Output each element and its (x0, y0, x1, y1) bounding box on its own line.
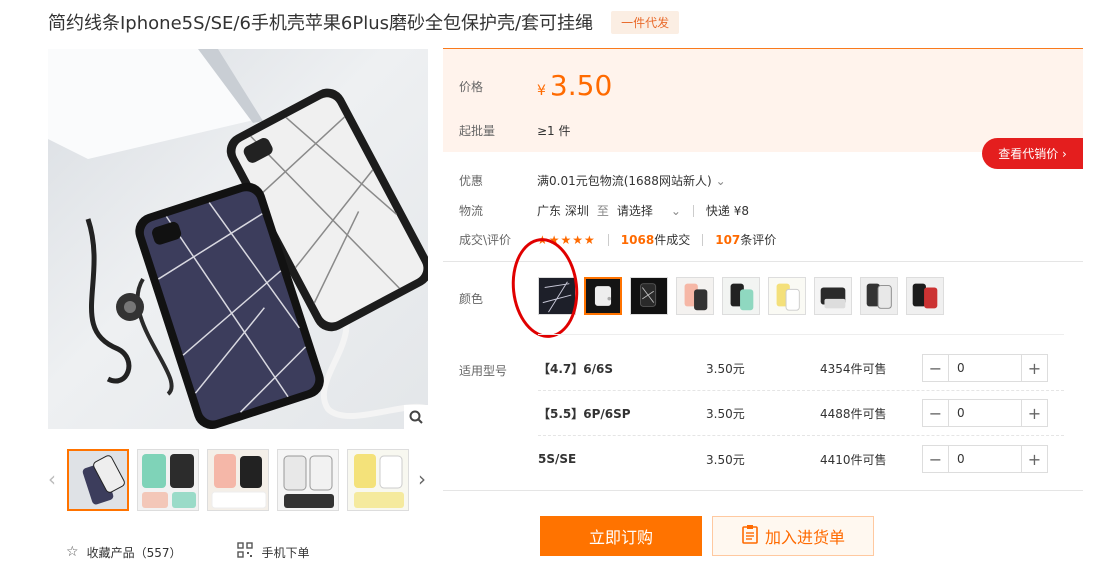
thumbnail-3[interactable] (207, 449, 269, 511)
currency-symbol: ¥ (537, 83, 546, 99)
model-name: 【4.7】6/6S (538, 361, 613, 376)
dropship-badge[interactable]: 一件代发 (611, 10, 680, 34)
divider (443, 490, 1083, 491)
price-box: 价格 ¥ 3.50 起批量 ≥1 件 (443, 48, 1083, 152)
price-label: 价格 (459, 80, 484, 94)
plus-button[interactable]: + (1021, 355, 1047, 381)
plus-button[interactable]: + (1021, 446, 1047, 472)
ship-from: 广东 深圳 (537, 204, 589, 218)
color-swatch-7[interactable] (814, 277, 852, 315)
add-to-cart-button[interactable]: 加入进货单 (712, 516, 874, 556)
chevron-left-icon[interactable]: ‹ (48, 467, 56, 491)
plus-button[interactable]: + (1021, 400, 1047, 426)
color-swatch-4[interactable] (676, 277, 714, 315)
agent-price-button[interactable]: 查看代销价 › (982, 138, 1083, 169)
ship-to-word: 至 (596, 204, 609, 218)
reviews-count[interactable]: 107 (715, 233, 740, 247)
bottom-links: ☆ 收藏产品（557） 手机下单 (66, 542, 309, 562)
quantity-input[interactable]: 0 (949, 355, 1021, 381)
color-swatch-5[interactable] (722, 277, 760, 315)
ship-to-select[interactable]: 请选择 (617, 202, 653, 219)
divider (607, 233, 609, 246)
mobile-order-label: 手机下单 (261, 545, 310, 560)
promo-label: 优惠 (459, 174, 484, 188)
divider (538, 334, 1064, 335)
model-row-1: 【4.7】6/6S 3.50元 4354件可售 − 0 + (538, 346, 1048, 390)
annotation-circle (506, 234, 584, 342)
promo-row: 优惠 满0.01元包物流(1688网站新人) ⌄ (459, 172, 726, 189)
favorite-link[interactable]: ☆ 收藏产品（557） (66, 542, 181, 562)
moq-label: 起批量 (459, 124, 496, 138)
product-title: 简约线条Iphone5S/SE/6手机壳苹果6Plus磨砂全包保护壳/套可挂绳 (48, 13, 594, 34)
model-stock: 4410件可售 (820, 452, 887, 467)
reviews-unit: 条评价 (740, 233, 777, 247)
star-outline-icon: ☆ (66, 544, 79, 560)
promo-value[interactable]: 满0.01元包物流(1688网站新人) (537, 172, 712, 189)
price-value: ¥ 3.50 (537, 69, 612, 102)
deals-count[interactable]: 1068 (621, 233, 654, 247)
express-fee: 快递 ¥8 (705, 204, 750, 218)
divider (538, 435, 1064, 436)
thumbnail-1[interactable] (67, 449, 129, 511)
moq-value: ≥1 件 (537, 124, 571, 138)
color-swatch-3[interactable] (630, 277, 668, 315)
shipping-label: 物流 (459, 204, 484, 218)
mobile-order-link[interactable]: 手机下单 (237, 542, 309, 562)
quantity-stepper: − 0 + (922, 354, 1048, 382)
shipping-row: 物流 广东 深圳 至 请选择 ⌄ 快递 ¥8 (459, 202, 749, 219)
minus-button[interactable]: − (923, 355, 949, 381)
model-row-2: 【5.5】6P/6SP 3.50元 4488件可售 − 0 + (538, 391, 1048, 435)
add-to-cart-label: 加入进货单 (764, 528, 845, 547)
divider (692, 204, 694, 217)
deals-unit: 件成交 (654, 233, 691, 247)
color-label: 颜色 (459, 292, 484, 306)
color-swatch-9[interactable] (906, 277, 944, 315)
thumbnail-2[interactable] (137, 449, 199, 511)
model-label: 适用型号 (459, 364, 508, 378)
deals-row: 成交\评价 ★★★★★ 1068 件成交 107 条评价 (459, 231, 776, 248)
main-product-image[interactable] (48, 49, 428, 429)
search-icon (409, 410, 423, 424)
zoom-button[interactable] (404, 405, 428, 429)
quantity-stepper: − 0 + (922, 399, 1048, 427)
color-swatch-8[interactable] (860, 277, 898, 315)
model-stock: 4354件可售 (820, 361, 887, 376)
model-name: 5S/SE (538, 452, 577, 466)
model-row-3: 5S/SE 3.50元 4410件可售 − 0 + (538, 437, 1048, 481)
minus-button[interactable]: − (923, 446, 949, 472)
color-swatch-6[interactable] (768, 277, 806, 315)
favorite-label: 收藏产品（557） (86, 545, 182, 560)
divider (702, 233, 704, 246)
buy-now-button[interactable]: 立即订购 (540, 516, 702, 556)
thumbnail-4[interactable] (277, 449, 339, 511)
qr-code-icon (237, 542, 254, 562)
product-photo (48, 49, 428, 429)
quantity-input[interactable]: 0 (949, 446, 1021, 472)
chevron-down-icon[interactable]: ⌄ (716, 174, 726, 188)
minus-button[interactable]: − (923, 400, 949, 426)
title-row: 简约线条Iphone5S/SE/6手机壳苹果6Plus磨砂全包保护壳/套可挂绳 … (48, 10, 680, 34)
model-price: 3.50元 (706, 452, 745, 467)
chevron-down-icon[interactable]: ⌄ (671, 204, 681, 218)
model-price: 3.50元 (706, 406, 745, 421)
model-stock: 4488件可售 (820, 406, 887, 421)
color-swatch-2[interactable] (584, 277, 622, 315)
quantity-stepper: − 0 + (922, 445, 1048, 473)
price-number: 3.50 (549, 69, 613, 102)
model-name: 【5.5】6P/6SP (538, 406, 631, 421)
model-price: 3.50元 (706, 361, 745, 376)
clipboard-icon (741, 524, 759, 549)
quantity-input[interactable]: 0 (949, 400, 1021, 426)
thumbnail-strip: ‹ › (48, 449, 428, 511)
thumbnail-5[interactable] (347, 449, 409, 511)
chevron-right-icon[interactable]: › (418, 467, 426, 491)
